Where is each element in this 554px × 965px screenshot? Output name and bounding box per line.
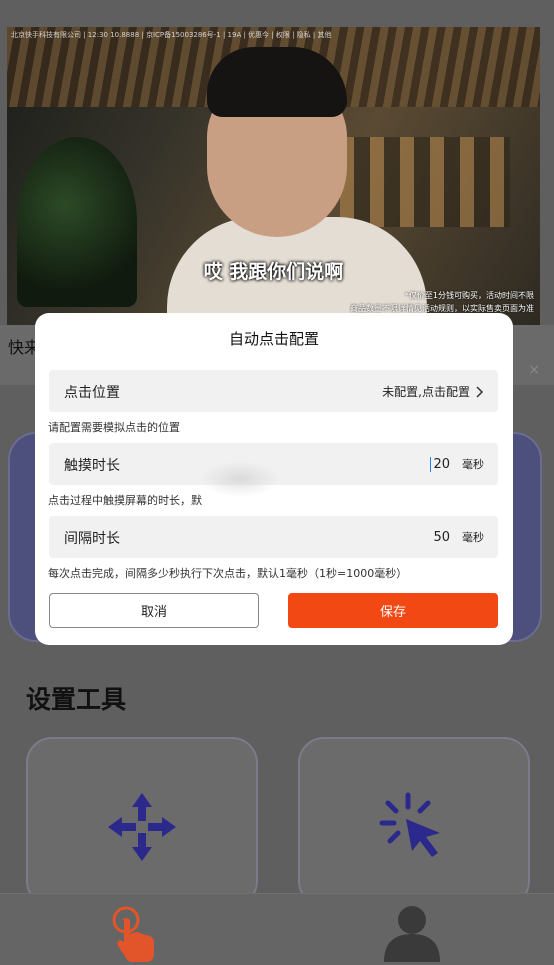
click-position-status: 未配置,点击配置 bbox=[382, 385, 470, 399]
video-watermark: 北京快手科技有限公司 | 12:30 10.8888 | 京ICP备150032… bbox=[11, 31, 332, 39]
cancel-button[interactable]: 取消 bbox=[49, 593, 259, 628]
click-position-row[interactable]: 点击位置 未配置,点击配置 bbox=[49, 370, 498, 412]
touch-duration-hint: 点击过程中触摸屏幕的时长，默 bbox=[48, 494, 202, 507]
text-cursor bbox=[430, 456, 432, 472]
touch-duration-value: 20 bbox=[433, 456, 450, 472]
auto-click-config-dialog: 自动点击配置 点击位置 未配置,点击配置 请配置需要模拟点击的位置 触摸时长 2… bbox=[35, 313, 513, 645]
interval-duration-input[interactable]: 50 bbox=[433, 530, 450, 545]
tool-card-click[interactable] bbox=[298, 737, 530, 907]
video-note: *仅价至1分钱可购买，活动时间不限 商品数量不限详情见活动规则，以实际售卖页面为… bbox=[334, 289, 534, 315]
chevron-right-icon bbox=[476, 385, 484, 398]
click-position-label: 点击位置 bbox=[64, 385, 120, 401]
bottom-tab-bar bbox=[0, 893, 554, 965]
interval-duration-field-group: 50 毫秒 bbox=[433, 529, 484, 545]
click-position-hint: 请配置需要模拟点击的位置 bbox=[48, 421, 180, 434]
click-cursor-icon bbox=[379, 792, 440, 857]
section-title: 设置工具 bbox=[26, 685, 127, 714]
user-icon bbox=[384, 906, 440, 962]
click-position-status-group: 未配置,点击配置 bbox=[382, 383, 484, 400]
tab-click[interactable] bbox=[104, 902, 164, 962]
video-player[interactable]: 北京快手科技有限公司 | 12:30 10.8888 | 京ICP备150032… bbox=[7, 27, 540, 325]
touch-duration-label: 触摸时长 bbox=[64, 458, 120, 474]
close-icon[interactable]: × bbox=[528, 362, 540, 378]
tool-card-move[interactable] bbox=[26, 737, 258, 907]
interval-duration-unit: 毫秒 bbox=[462, 531, 484, 544]
touch-duration-input[interactable]: 20 bbox=[430, 456, 450, 472]
dialog-title: 自动点击配置 bbox=[228, 330, 319, 348]
touch-duration-field-group: 20 毫秒 bbox=[430, 456, 484, 472]
move-arrows-icon bbox=[108, 793, 176, 861]
video-subtitle: 哎 我跟你们说啊 bbox=[203, 261, 344, 283]
interval-duration-hint: 每次点击完成，间隔多少秒执行下次点击，默认1毫秒（1秒=1000毫秒） bbox=[48, 567, 408, 580]
blur-smudge bbox=[200, 461, 280, 497]
tap-hand-icon bbox=[112, 906, 154, 962]
video-note-line: *仅价至1分钱可购买，活动时间不限 bbox=[404, 291, 534, 300]
person-hair bbox=[207, 47, 347, 117]
interval-duration-row: 间隔时长 50 毫秒 bbox=[49, 516, 498, 558]
interval-duration-label: 间隔时长 bbox=[64, 531, 120, 547]
save-button[interactable]: 保存 bbox=[288, 593, 498, 628]
tab-profile[interactable] bbox=[382, 902, 442, 962]
touch-duration-unit: 毫秒 bbox=[462, 458, 484, 471]
